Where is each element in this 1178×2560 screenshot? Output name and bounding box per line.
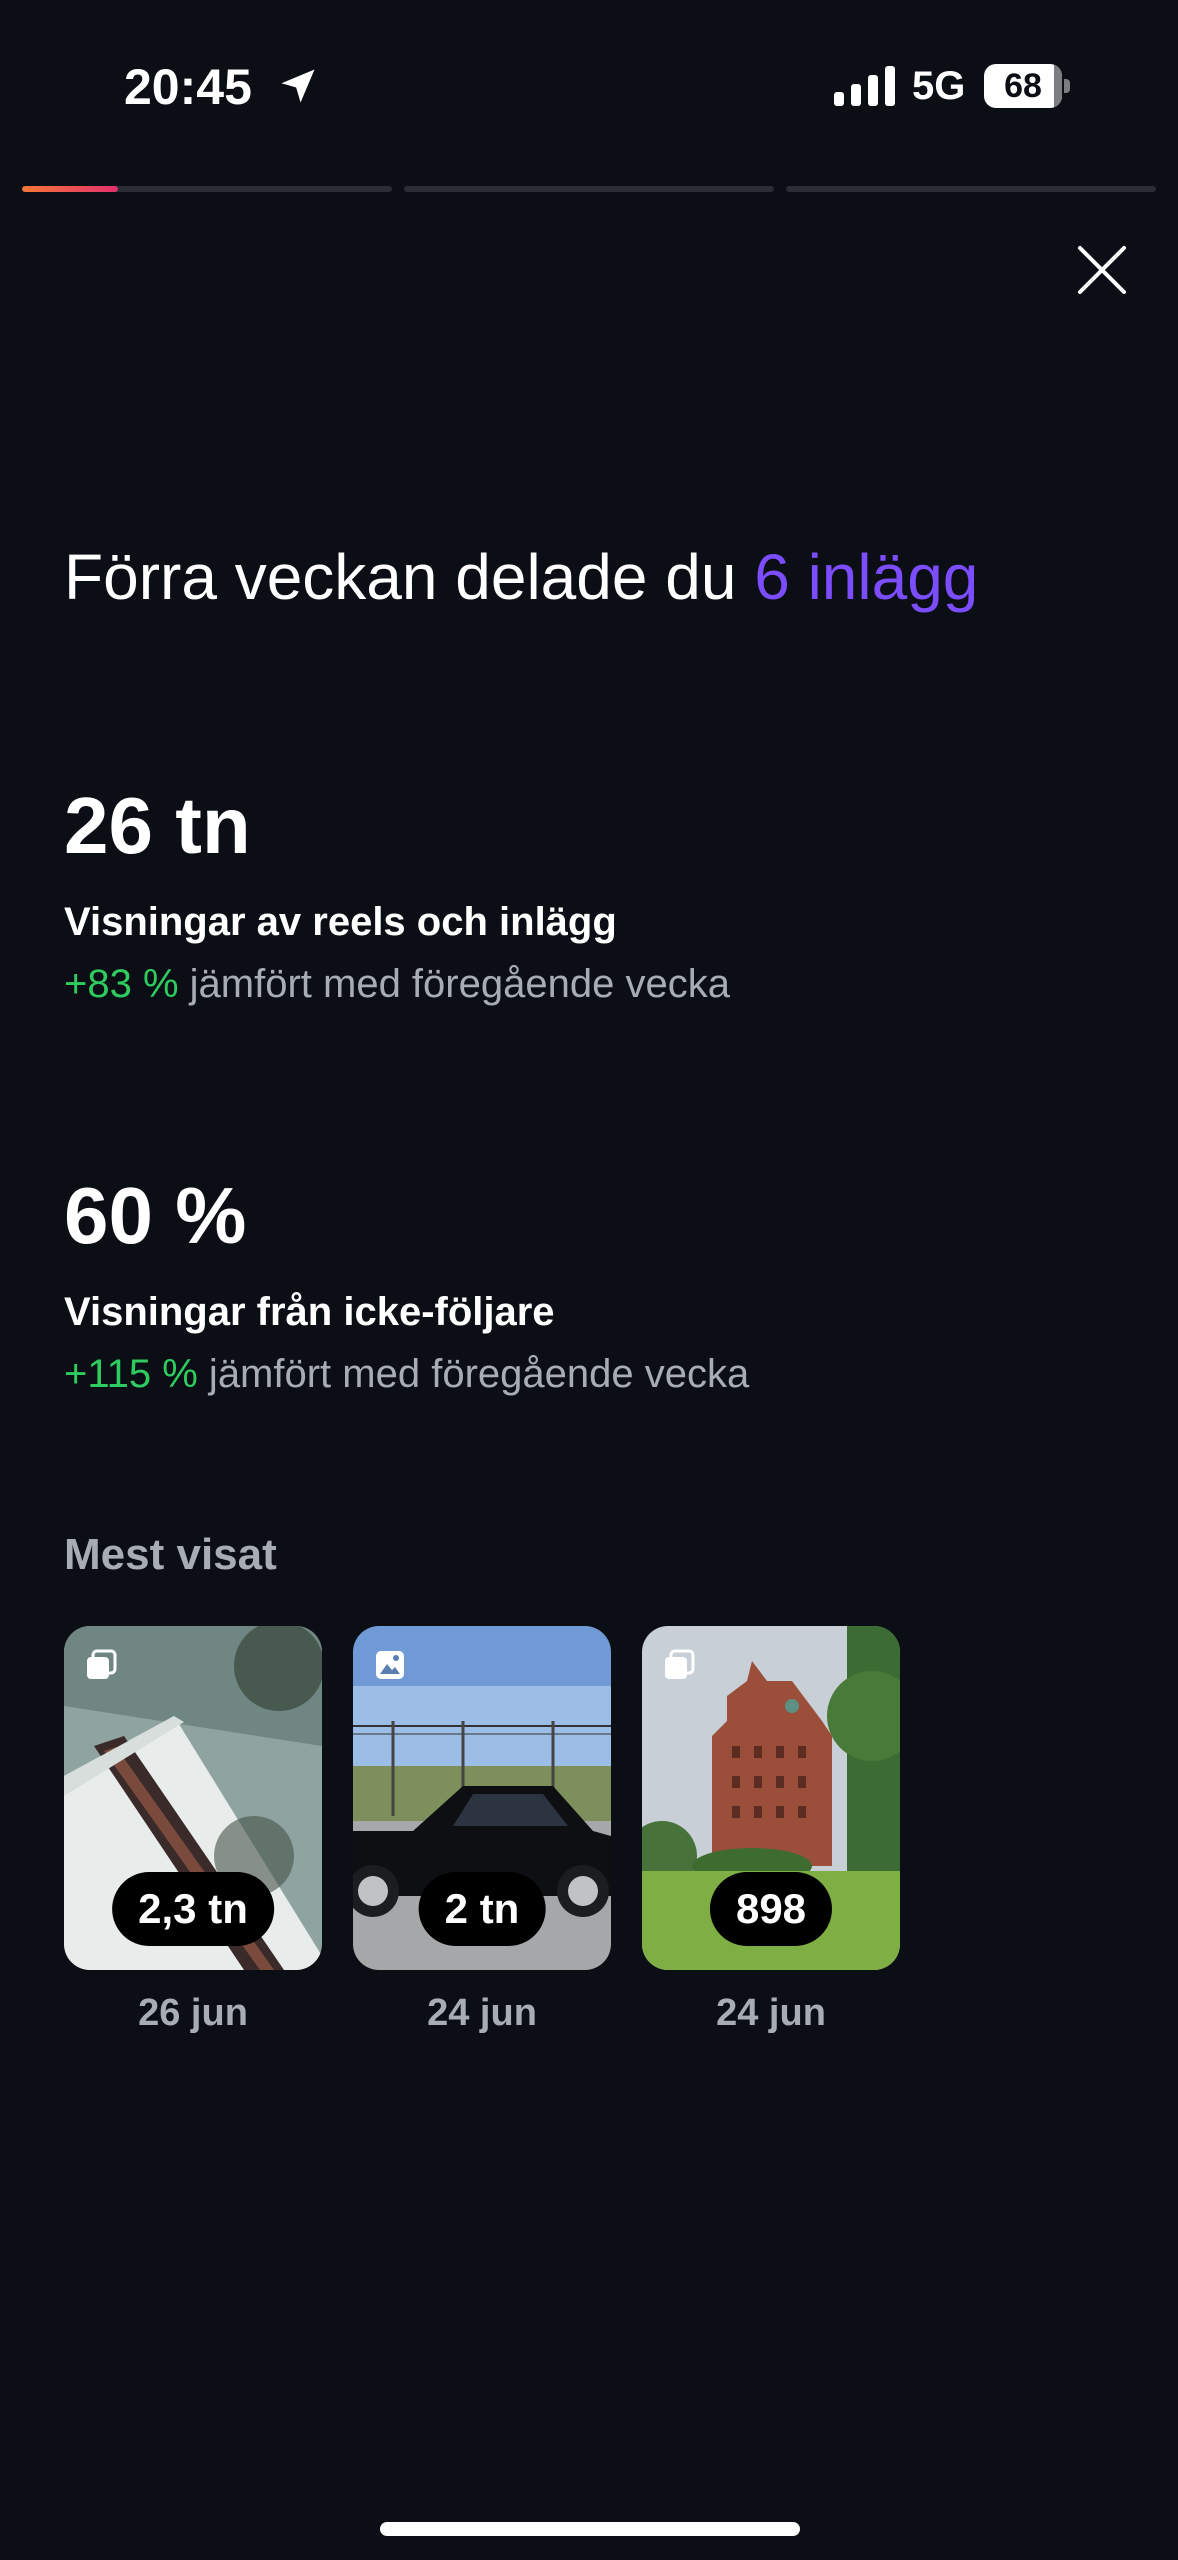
carousel-icon [87,1649,117,1679]
headline-text: Förra veckan delade du [64,541,755,613]
non-follower-views-delta: +115 % [64,1352,198,1396]
views-total-change: +83 % jämfört med föregående vecka [64,962,730,1007]
non-follower-views-comparison: jämfört med föregående vecka [197,1352,750,1396]
views-total-label: Visningar av reels och inlägg [64,900,617,944]
post-views-badge: 2 tn [418,1872,546,1946]
network-type: 5G [912,64,966,108]
location-arrow-icon [281,69,315,103]
story-progress-segment-2 [404,186,774,192]
status-time: 20:45 [124,59,252,115]
most-viewed-title: Mest visat [64,1530,277,1579]
views-total-value: 26 tn [64,781,251,870]
post-views-badge: 898 [709,1872,833,1946]
most-viewed-post-1[interactable]: 2,3 tn [64,1626,322,1970]
battery-icon: 68 [984,64,1070,108]
views-total-delta: +83 % [64,962,179,1006]
weekly-recap-screen: 20:45 5G 68 Förra veckan delade du 6 inl… [0,0,1178,2560]
home-indicator[interactable] [380,2522,800,2536]
post-date: 24 jun [716,1992,826,2034]
close-icon[interactable] [1070,238,1134,302]
most-viewed-post-3[interactable]: 898 [642,1626,900,1970]
story-progress-fill [22,186,119,192]
views-total-comparison: jämfört med föregående vecka [178,962,730,1006]
most-viewed-post-2[interactable]: 2 tn [353,1626,611,1970]
photo-icon [376,1651,404,1679]
post-date: 26 jun [138,1992,248,2034]
non-follower-views-label: Visningar från icke-följare [64,1290,555,1334]
non-follower-views-value: 60 % [64,1171,247,1260]
headline-post-count: 6 inlägg [754,541,979,613]
post-date: 24 jun [427,1992,537,2034]
carousel-icon [665,1649,695,1679]
story-progress-segment-3 [786,186,1156,192]
cellular-signal-icon [834,66,895,106]
status-bar: 20:45 5G 68 [0,0,1178,170]
post-views-badge: 2,3 tn [112,1872,274,1946]
story-progress-segment-1 [22,186,392,192]
non-follower-views-change: +115 % jämfört med föregående vecka [64,1352,749,1397]
recap-headline: Förra veckan delade du 6 inlägg [64,540,978,614]
battery-level: 68 [1004,66,1042,105]
